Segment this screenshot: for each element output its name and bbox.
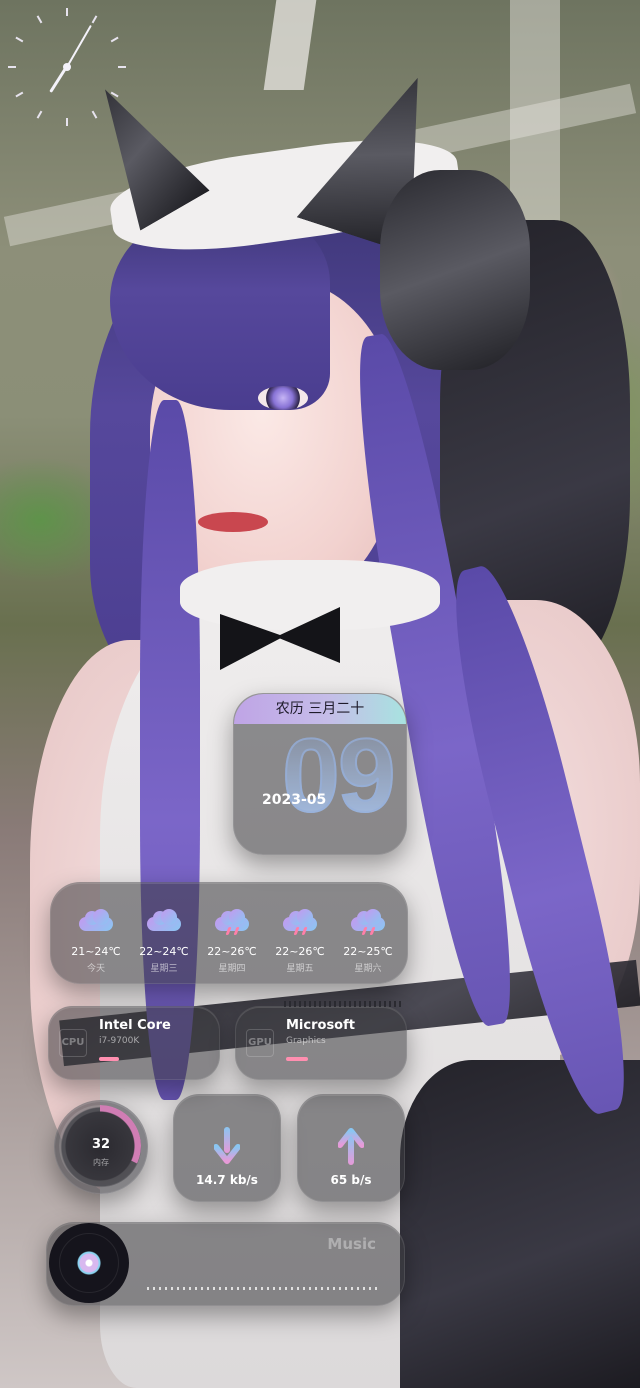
cloud-icon <box>79 909 113 931</box>
clock-tick <box>66 8 68 16</box>
rain-cloud-icon <box>215 909 249 935</box>
gpu-model: Graphics <box>286 1036 326 1046</box>
network-download-widget[interactable]: 14.7 kb/s <box>173 1094 281 1202</box>
calendar-day: 09 <box>281 718 397 834</box>
cpu-title: Intel Core <box>99 1018 171 1033</box>
eye-shape <box>258 386 308 410</box>
weather-day-label: 星期四 <box>218 964 246 974</box>
weather-day-label: 星期三 <box>150 964 178 974</box>
weather-day-label: 星期五 <box>286 964 314 974</box>
cpu-widget[interactable]: CPU Intel Core i7-9700K <box>48 1006 220 1080</box>
rain-cloud-icon <box>351 909 385 935</box>
weather-day: 22~24℃ 星期三 <box>129 883 199 974</box>
weather-temp: 22~25℃ <box>343 945 393 958</box>
cpu-chip-icon: CPU <box>59 1029 87 1057</box>
calendar-year-month: 2023-05 <box>262 792 327 808</box>
clock-tick <box>66 118 68 126</box>
cloud-icon <box>147 909 181 931</box>
weather-day: 21~24℃ 今天 <box>61 883 131 974</box>
background-frame <box>263 0 317 90</box>
network-upload-widget[interactable]: 65 b/s <box>297 1094 405 1202</box>
weather-temp: 22~26℃ <box>207 945 257 958</box>
cpu-model: i7-9700K <box>99 1036 140 1046</box>
music-player-widget[interactable]: Music <box>46 1222 405 1306</box>
weather-day-label: 星期六 <box>354 964 382 974</box>
memory-value: 32 <box>91 1137 111 1152</box>
weather-day: 22~25℃ 星期六 <box>333 883 403 974</box>
upload-speed: 65 b/s <box>330 1173 372 1187</box>
vinyl-disc-icon[interactable] <box>49 1223 129 1303</box>
gpu-widget[interactable]: GPU Microsoft Graphics <box>235 1001 407 1080</box>
clock-tick <box>8 66 16 68</box>
gpu-title: Microsoft <box>286 1018 355 1033</box>
memory-widget[interactable]: 32 内存 <box>54 1100 148 1194</box>
music-progress-track[interactable] <box>147 1287 377 1290</box>
gpu-usage-bar <box>286 1057 308 1061</box>
download-arrow-icon <box>214 1127 240 1164</box>
memory-label: 内存 <box>93 1158 109 1167</box>
headpiece-shape <box>380 170 530 370</box>
upload-arrow-icon <box>338 1128 364 1165</box>
clock-tick <box>118 66 126 68</box>
weather-day: 22~26℃ 星期四 <box>197 883 267 974</box>
cpu-usage-bar <box>99 1057 119 1061</box>
weather-temp: 22~26℃ <box>275 945 325 958</box>
gpu-chip-icon: GPU <box>246 1029 274 1057</box>
lips-shape <box>198 512 268 532</box>
collar-frill <box>180 560 440 630</box>
weather-day: 22~26℃ 星期五 <box>265 883 335 974</box>
rain-cloud-icon <box>283 909 317 935</box>
weather-temp: 21~24℃ <box>71 945 121 958</box>
weather-temp: 22~24℃ <box>139 945 189 958</box>
weather-day-label: 今天 <box>86 964 105 974</box>
clock-center-dot <box>63 63 71 71</box>
download-speed: 14.7 kb/s <box>196 1173 258 1187</box>
calendar-widget[interactable]: 农历 三月二十 09 2023-05 <box>233 693 407 855</box>
gpu-heatsink-decoration <box>284 1001 404 1007</box>
music-title: Music <box>327 1235 376 1253</box>
weather-widget[interactable]: 21~24℃ 今天 22~24℃ 星期三 22~26℃ 星期四 22~26℃ 星… <box>50 882 408 984</box>
hair-strand-shape <box>140 400 200 1100</box>
